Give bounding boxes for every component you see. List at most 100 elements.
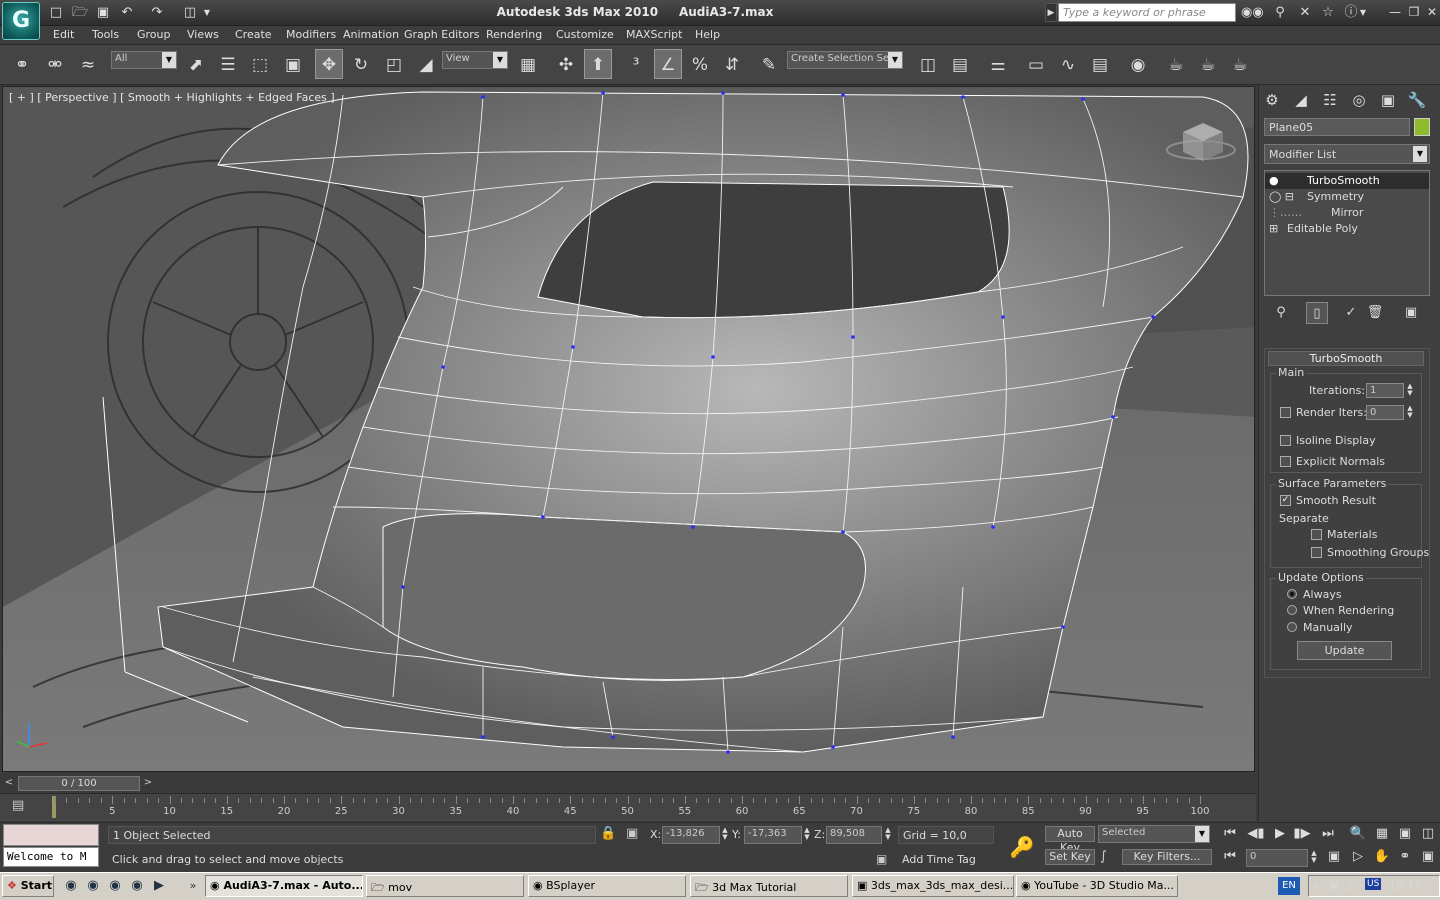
chevron-down-icon[interactable]: ▼ bbox=[888, 52, 902, 68]
listener-mini-output[interactable] bbox=[3, 824, 99, 846]
orbit-icon[interactable]: ⚭ bbox=[1393, 847, 1417, 867]
spinner-arrows-icon[interactable]: ▲ ▼ bbox=[883, 827, 893, 842]
selection-lock-icon[interactable]: 🔒 bbox=[600, 826, 616, 841]
ie-icon[interactable]: ◉ bbox=[62, 877, 80, 895]
rollout-title[interactable]: TurboSmooth bbox=[1268, 351, 1424, 366]
start-button[interactable]: ❖ Start bbox=[2, 875, 54, 897]
configure-modifier-sets-icon[interactable]: ▣ bbox=[1400, 302, 1422, 324]
close-icon[interactable]: ✕ bbox=[1423, 4, 1440, 20]
select-and-manipulate-icon[interactable]: ✣ bbox=[552, 49, 580, 79]
modify-tab-icon[interactable]: ◢ bbox=[1288, 88, 1314, 112]
modifier-list-dropdown[interactable]: Modifier List bbox=[1264, 144, 1430, 164]
pin-stack-icon[interactable]: ⚲ bbox=[1270, 302, 1292, 324]
next-key-icon[interactable]: ▮▶ bbox=[1290, 824, 1314, 844]
restore-icon[interactable]: ❐ bbox=[1405, 4, 1423, 20]
chevron-down-icon[interactable]: ▼ bbox=[493, 52, 507, 68]
task-document[interactable]: ▣ 3ds_max_3ds_max_desi... bbox=[852, 875, 1014, 897]
messenger-icon[interactable]: ◉ bbox=[128, 877, 146, 895]
keyboard-layout-indicator[interactable]: US bbox=[1365, 878, 1382, 890]
redo-icon[interactable]: ↷ bbox=[147, 3, 167, 21]
chevron-down-icon[interactable]: ▼ bbox=[1195, 826, 1209, 842]
tools-icon[interactable]: ✕ bbox=[1295, 3, 1315, 22]
show-end-result-icon[interactable]: ▯ bbox=[1306, 302, 1328, 324]
update-button[interactable]: Update bbox=[1297, 641, 1392, 660]
manually-radio[interactable] bbox=[1287, 622, 1297, 632]
menu-animation[interactable]: Animation bbox=[343, 28, 399, 43]
help-dropdown-icon[interactable]: ▼ bbox=[1358, 3, 1368, 22]
menu-maxscript[interactable]: MAXScript bbox=[626, 28, 682, 43]
favorites-star-icon[interactable]: ☆ bbox=[1318, 3, 1338, 22]
explicit-normals-checkbox[interactable] bbox=[1280, 456, 1291, 467]
maximize-viewport-icon[interactable]: ▣ bbox=[1416, 847, 1440, 867]
render-iters-spinner[interactable]: 0 bbox=[1366, 405, 1404, 420]
clock[interactable]: 10:47 bbox=[1389, 879, 1421, 892]
undo-icon[interactable]: ↶ bbox=[117, 3, 137, 21]
media-player-icon[interactable]: ▶ bbox=[150, 877, 168, 895]
time-tag-icon[interactable]: ▣ bbox=[876, 852, 887, 866]
select-and-place-icon[interactable]: ◢ bbox=[412, 49, 440, 79]
perspective-viewport[interactable]: [ + ] [ Perspective ] [ Smooth + Highlig… bbox=[2, 86, 1255, 772]
current-frame-field[interactable]: 0 bbox=[1246, 849, 1308, 867]
render-setup-icon[interactable]: ☕ bbox=[1162, 49, 1190, 79]
set-key-icon[interactable]: 🔑 bbox=[1006, 828, 1038, 866]
tray-expand-icon[interactable]: « bbox=[1313, 879, 1320, 892]
menu-rendering[interactable]: Rendering bbox=[486, 28, 542, 43]
zoom-extents-icon[interactable]: ▣ bbox=[1393, 824, 1417, 844]
smoothing-groups-checkbox[interactable] bbox=[1311, 547, 1322, 558]
auto-key-button[interactable]: Auto Key bbox=[1045, 826, 1095, 854]
go-to-start-icon[interactable]: ⏮ bbox=[1218, 824, 1242, 844]
z-coordinate-field[interactable]: 89,508 bbox=[826, 826, 882, 844]
bind-space-warp-icon[interactable]: ≈ bbox=[74, 49, 102, 79]
menu-create[interactable]: Create bbox=[235, 28, 272, 43]
quick-access-dropdown-icon[interactable]: ▼ bbox=[201, 3, 213, 21]
key-mode-dropdown[interactable]: Selected bbox=[1098, 825, 1210, 843]
open-file-icon[interactable]: 🗁 bbox=[70, 3, 90, 21]
select-and-rotate-icon[interactable]: ↻ bbox=[347, 49, 375, 79]
spinner-arrows-icon[interactable]: ▲ ▼ bbox=[720, 827, 730, 842]
volume-icon[interactable]: ♫ bbox=[1345, 879, 1355, 892]
next-frame-icon[interactable]: > bbox=[141, 777, 155, 791]
isoline-display-checkbox[interactable] bbox=[1280, 435, 1291, 446]
task-tutorial-folder[interactable]: 🗁 3d Max Tutorial bbox=[690, 875, 848, 897]
zoom-icon[interactable]: 🔍 bbox=[1346, 824, 1370, 844]
task-youtube[interactable]: ◉ YouTube - 3D Studio Ma... bbox=[1016, 875, 1178, 897]
network-icon[interactable]: ▣ bbox=[1329, 879, 1339, 892]
display-tab-icon[interactable]: ▣ bbox=[1375, 88, 1401, 112]
field-of-view-icon[interactable]: ▷ bbox=[1346, 847, 1370, 867]
new-file-icon[interactable]: □ bbox=[46, 3, 66, 21]
key-filters-button[interactable]: Key Filters... bbox=[1122, 849, 1212, 865]
language-indicator[interactable]: EN bbox=[1278, 877, 1300, 895]
remove-modifier-icon[interactable]: 🗑 bbox=[1364, 302, 1386, 324]
key-search-icon[interactable]: ⚲ bbox=[1270, 3, 1290, 22]
search-input[interactable]: Type a keyword or phrase bbox=[1058, 3, 1236, 22]
window-crossing-icon[interactable]: ▣ bbox=[279, 49, 307, 79]
play-icon[interactable]: ▶ bbox=[1268, 824, 1292, 844]
stack-item-symmetry[interactable]: ◯ ⊟ Symmetry bbox=[1265, 189, 1429, 205]
object-color-swatch[interactable] bbox=[1414, 118, 1430, 136]
create-tab-icon[interactable]: ⚙ bbox=[1259, 88, 1285, 112]
align-icon[interactable]: ▤ bbox=[946, 49, 974, 79]
previous-key-icon[interactable]: ◀▮ bbox=[1244, 824, 1268, 844]
layer-manager-icon[interactable]: ⚌ bbox=[984, 49, 1012, 79]
iterations-spinner[interactable]: 1 bbox=[1366, 383, 1404, 398]
mirror-icon[interactable]: ◫ bbox=[914, 49, 942, 79]
zoom-extents-all-icon[interactable]: ◫ bbox=[1416, 824, 1440, 844]
render-production-icon[interactable]: ☕ bbox=[1226, 49, 1254, 79]
viewport-label[interactable]: [ + ] [ Perspective ] [ Smooth + Highlig… bbox=[9, 91, 335, 104]
menu-views[interactable]: Views bbox=[187, 28, 219, 43]
spinner-arrows-icon[interactable]: ▲ ▼ bbox=[1405, 405, 1415, 420]
rectangular-selection-icon[interactable]: ⬚ bbox=[246, 49, 274, 79]
schematic-view-icon[interactable]: ▤ bbox=[1086, 49, 1114, 79]
set-key-button[interactable]: Set Key bbox=[1045, 849, 1095, 865]
smooth-result-checkbox[interactable]: ✓ bbox=[1280, 495, 1291, 506]
utilities-tab-icon[interactable]: 🔧 bbox=[1404, 88, 1430, 112]
menu-modifiers[interactable]: Modifiers bbox=[286, 28, 336, 43]
named-selection-dropdown[interactable]: Create Selection Se bbox=[787, 51, 903, 69]
when-rendering-radio[interactable] bbox=[1287, 605, 1297, 615]
material-editor-icon[interactable]: ◉ bbox=[1124, 49, 1152, 79]
render-iters-checkbox[interactable] bbox=[1280, 407, 1291, 418]
percent-snap-icon[interactable]: % bbox=[686, 49, 714, 79]
link-icon[interactable]: ⚭ bbox=[8, 49, 36, 79]
prev-frame-icon[interactable]: < bbox=[2, 777, 16, 791]
menu-help[interactable]: Help bbox=[695, 28, 720, 43]
